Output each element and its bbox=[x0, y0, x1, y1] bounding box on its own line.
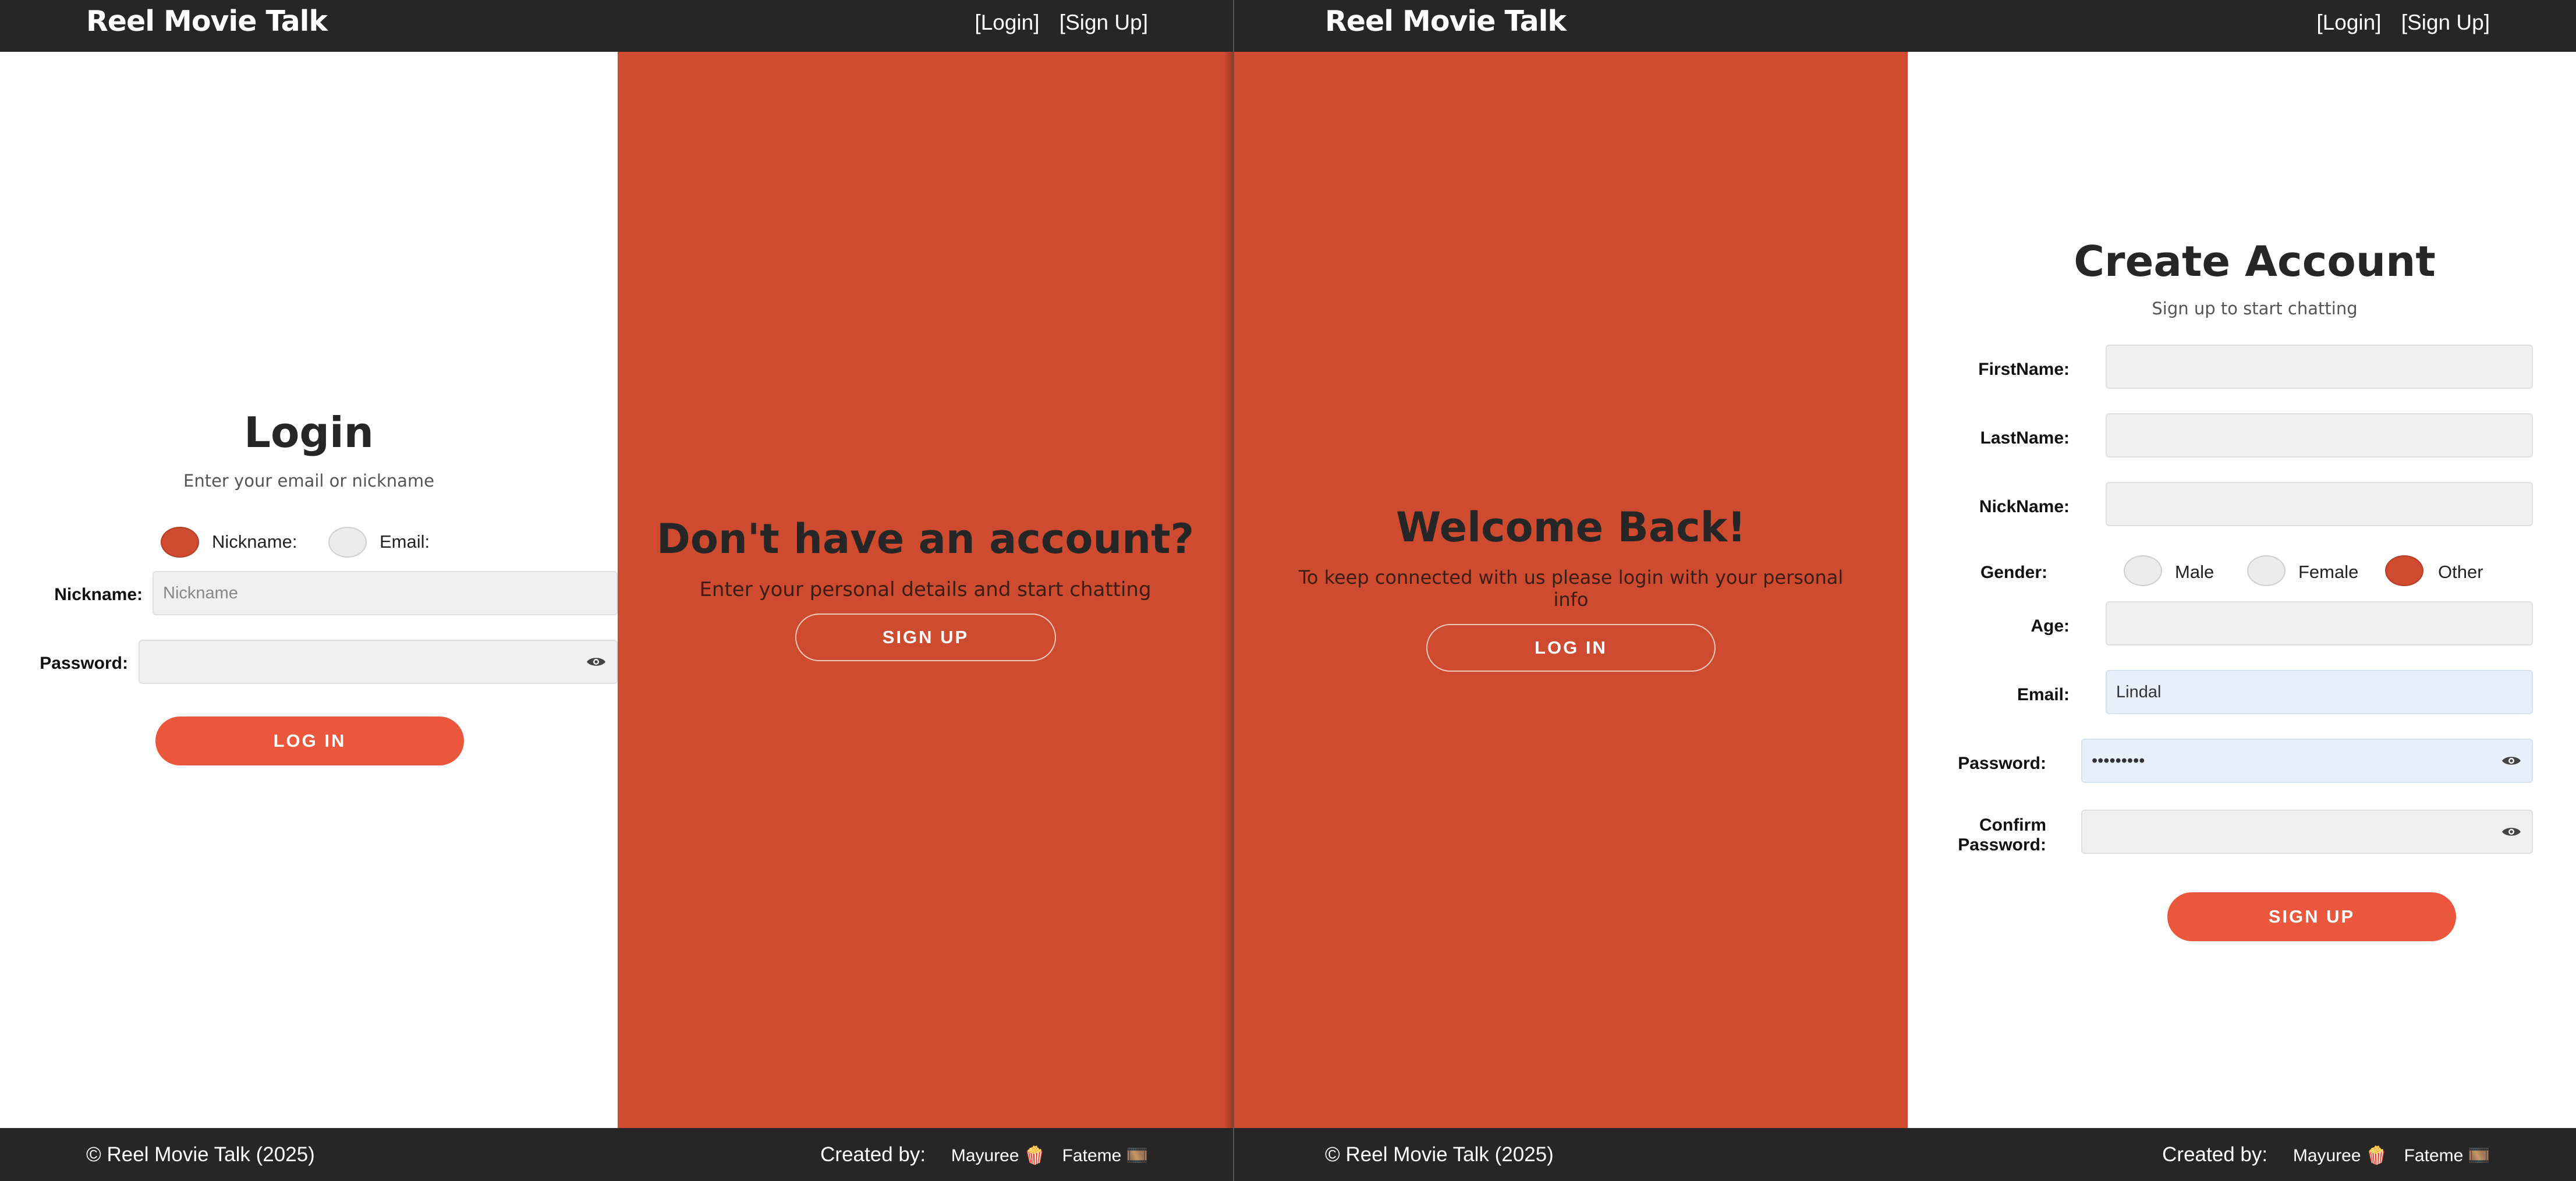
create-subtitle: Sign up to start chatting bbox=[2152, 299, 2358, 318]
login-title: Login bbox=[244, 408, 374, 457]
radio-other[interactable] bbox=[2385, 555, 2423, 586]
signup-prompt-subtitle: Enter your personal details and start ch… bbox=[699, 578, 1151, 601]
nav-links: [Login] [Sign Up] bbox=[961, 10, 1148, 35]
author-mayuree: Mayuree 🍿 bbox=[951, 1146, 1046, 1165]
welcome-login-button[interactable]: LOG IN bbox=[1426, 624, 1716, 672]
welcome-panel: Welcome Back! To keep connected with us … bbox=[1234, 52, 1908, 1128]
signup-prompt-panel: Don't have an account? Enter your person… bbox=[618, 52, 1233, 1128]
brand-logo[interactable]: Reel Movie Talk bbox=[1325, 5, 1567, 38]
signup-screen: Reel Movie Talk [Login] [Sign Up] Welcom… bbox=[1234, 0, 2576, 1181]
navbar: Reel Movie Talk [Login] [Sign Up] bbox=[1234, 0, 2576, 52]
age-input[interactable] bbox=[2106, 601, 2533, 646]
login-screen: Reel Movie Talk [Login] [Sign Up] Login … bbox=[0, 0, 1233, 1181]
footer-copyright: © Reel Movie Talk (2025) bbox=[86, 1143, 315, 1166]
lastname-input[interactable] bbox=[2106, 413, 2533, 457]
radio-other-label: Other bbox=[2438, 562, 2483, 582]
footer: © Reel Movie Talk (2025) Created by: May… bbox=[0, 1128, 1233, 1181]
navbar: Reel Movie Talk [Login] [Sign Up] bbox=[0, 0, 1233, 52]
brand-logo[interactable]: Reel Movie Talk bbox=[86, 5, 328, 38]
password-input[interactable] bbox=[139, 640, 618, 684]
confirm-label-line2: Password: bbox=[1958, 835, 2046, 854]
radio-email[interactable] bbox=[328, 527, 367, 558]
signup-button[interactable]: SIGN UP bbox=[2167, 892, 2456, 941]
firstname-label: FirstName: bbox=[1978, 360, 2070, 379]
welcome-subtitle: To keep connected with us please login w… bbox=[1298, 566, 1844, 611]
create-account-panel: Create Account Sign up to start chatting… bbox=[1908, 52, 2576, 1128]
password-value: ••••••••• bbox=[2092, 751, 2145, 770]
welcome-title: Welcome Back! bbox=[1395, 503, 1746, 551]
radio-male[interactable] bbox=[2124, 555, 2162, 586]
nickname-input[interactable] bbox=[2106, 482, 2533, 526]
author-mayuree: Mayuree 🍿 bbox=[2292, 1146, 2388, 1165]
signup-prompt-title: Don't have an account? bbox=[656, 515, 1195, 563]
radio-male-label: Male bbox=[2175, 562, 2214, 582]
panel-shadow bbox=[1224, 52, 1233, 1128]
nav-signup-link[interactable]: [Sign Up] bbox=[1060, 10, 1148, 34]
nickname-label: Nickname: bbox=[54, 585, 143, 604]
nav-login-link[interactable]: [Login] bbox=[975, 10, 1039, 34]
password-label: Password: bbox=[40, 654, 128, 673]
footer: © Reel Movie Talk (2025) Created by: May… bbox=[1234, 1128, 2576, 1181]
nickname-label: NickName: bbox=[1979, 497, 2070, 516]
login-subtitle: Enter your email or nickname bbox=[183, 471, 434, 491]
eye-icon[interactable] bbox=[2501, 754, 2521, 767]
created-by-label: Created by: bbox=[2162, 1143, 2268, 1166]
lastname-label: LastName: bbox=[1980, 428, 2070, 448]
footer-credits: Created by: Mayuree 🍿 Fateme 🎞️ bbox=[820, 1143, 1148, 1166]
password-label: Password: bbox=[1958, 754, 2046, 773]
radio-nickname[interactable] bbox=[161, 527, 199, 558]
author-fateme: Fateme 🎞️ bbox=[1062, 1146, 1148, 1165]
radio-female[interactable] bbox=[2247, 555, 2286, 586]
firstname-input[interactable] bbox=[2106, 345, 2533, 389]
eye-icon[interactable] bbox=[2501, 825, 2521, 838]
footer-credits: Created by: Mayuree 🍿 Fateme 🎞️ bbox=[2162, 1143, 2490, 1166]
nickname-placeholder: Nickname bbox=[163, 583, 238, 602]
confirm-password-input[interactable] bbox=[2081, 810, 2533, 854]
login-button[interactable]: LOG IN bbox=[155, 717, 464, 765]
age-label: Age: bbox=[2031, 616, 2070, 636]
email-value: Lindal bbox=[2116, 682, 2162, 701]
radio-female-label: Female bbox=[2298, 562, 2359, 582]
created-by-label: Created by: bbox=[820, 1143, 926, 1166]
gender-label: Gender: bbox=[1980, 563, 2047, 582]
nav-links: [Login] [Sign Up] bbox=[2302, 10, 2490, 35]
signup-prompt-button[interactable]: SIGN UP bbox=[795, 613, 1056, 661]
eye-icon[interactable] bbox=[586, 655, 606, 668]
password-input[interactable]: ••••••••• bbox=[2081, 739, 2533, 783]
confirm-label-line1: Confirm bbox=[1979, 815, 2046, 835]
confirm-password-label: Confirm Password: bbox=[1943, 815, 2046, 855]
nickname-input[interactable]: Nickname bbox=[153, 571, 618, 615]
create-title: Create Account bbox=[2074, 237, 2436, 286]
radio-nickname-label: Nickname: bbox=[212, 531, 297, 552]
radio-email-label: Email: bbox=[380, 531, 430, 552]
email-input[interactable]: Lindal bbox=[2106, 670, 2533, 714]
footer-copyright: © Reel Movie Talk (2025) bbox=[1325, 1143, 1554, 1166]
nav-login-link[interactable]: [Login] bbox=[2316, 10, 2381, 34]
nav-signup-link[interactable]: [Sign Up] bbox=[2401, 10, 2490, 34]
email-label: Email: bbox=[2017, 685, 2070, 704]
login-form-panel: Login Enter your email or nickname Nickn… bbox=[0, 52, 618, 1128]
author-fateme: Fateme 🎞️ bbox=[2404, 1146, 2490, 1165]
